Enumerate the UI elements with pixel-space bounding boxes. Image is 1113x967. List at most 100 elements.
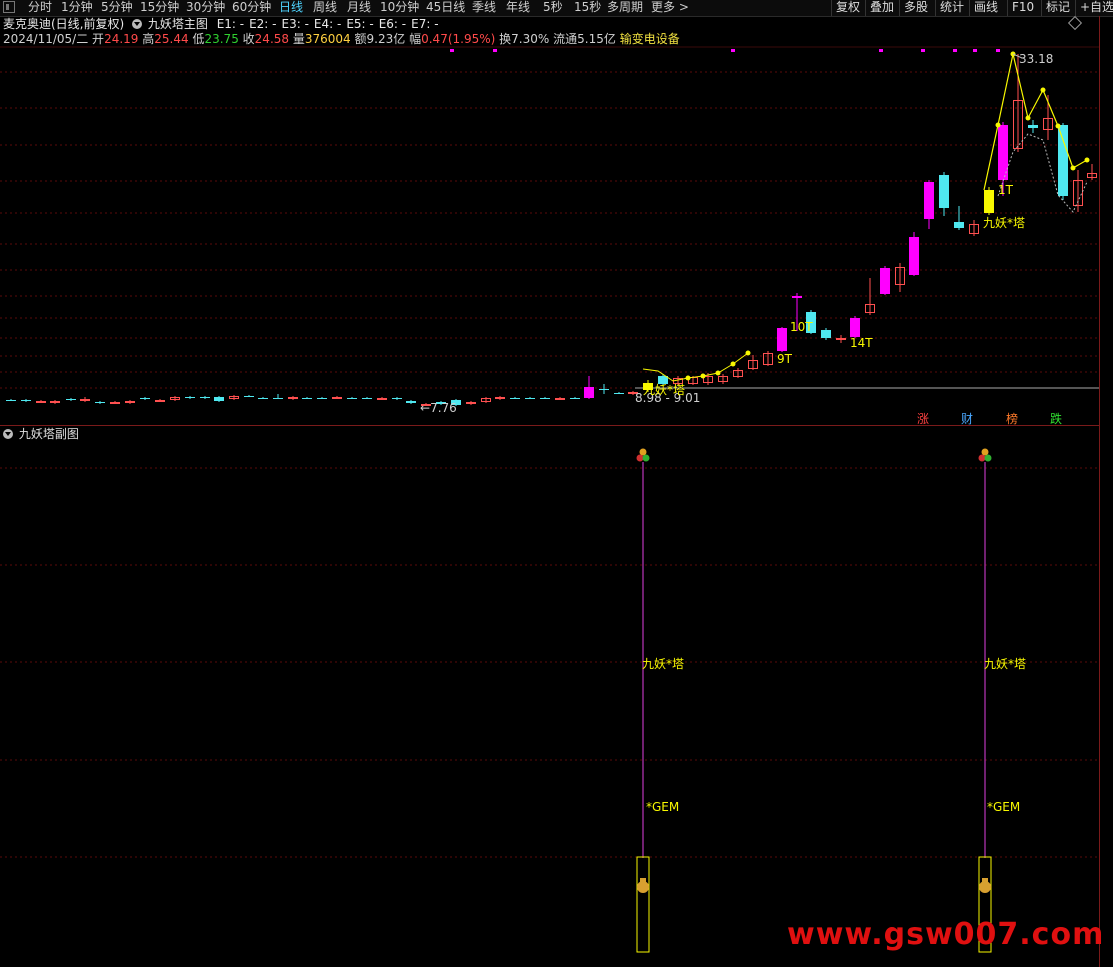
tower-dot [715,370,721,376]
candle-body [1058,125,1068,196]
high-price-marker: 33.18 [1019,52,1053,66]
candle-body [984,190,994,213]
low-price-marker: ←7.76 [420,401,457,415]
tower-dot [730,361,736,367]
gem-text-2: *GEM [987,800,1021,814]
signal-10t-text: 10T [790,320,813,334]
candle-body [140,398,150,399]
tower-dot [1040,87,1046,93]
candle-body [777,328,787,351]
candle-body [880,268,890,294]
tower-dot [685,375,691,381]
candle-body [836,338,846,340]
candle-body [244,396,254,397]
signal-square [879,49,883,52]
money-bag-icon [637,881,649,893]
tricolor-icon [636,454,644,462]
tower-label-early: 九妖*塔 [643,381,685,398]
candle-body [200,397,210,398]
candle-body [939,175,949,208]
gem-label-1: *GEM [646,800,679,814]
watermark-text: www.gsw007.com [787,917,1105,952]
candle-body [614,393,624,394]
signal-9t: 9T [777,352,792,366]
low-arrow-icon: ← [420,401,431,415]
kline-chart[interactable] [0,0,1113,967]
grid-lines [0,46,1099,858]
gem-text-1: *GEM [646,800,680,814]
candle-body [21,400,31,401]
pane-divider[interactable] [0,425,1099,426]
signal-square [493,49,497,52]
tricolor-icon [642,454,650,462]
tower-dot [1070,165,1076,171]
candle-body [258,398,268,399]
tricolor-icon [639,448,647,456]
candle-body [214,397,224,401]
signal-bar [636,856,650,953]
candle-body [954,222,964,228]
signal-14t: 14T [850,336,873,350]
candle-body [288,397,298,399]
candle-body [540,398,550,399]
candle-body [584,387,594,398]
candlesticks [6,54,1097,406]
sub-chart-drawing [636,448,992,953]
sub-signal-label-2: 九妖*塔 [984,655,1026,672]
signal-10t: 10T [790,320,813,334]
tower-dot [995,122,1001,128]
sub-signal-text-2: 九妖*塔 [984,657,1027,671]
candle-body [495,397,505,399]
candle-body [6,400,16,401]
gem-label-2: *GEM [987,800,1020,814]
tower-dot [1025,115,1031,121]
sub-chart-title[interactable]: 九妖塔副图 [19,427,79,441]
tricolor-icon [978,454,986,462]
candle-body [555,398,565,400]
signal-square [996,49,1000,52]
signal-square [921,49,925,52]
candle-body [347,398,357,399]
tower-label-late: 九妖*塔 [983,214,1025,231]
candle-body [125,401,135,403]
tower-dot [745,350,751,356]
signal-square [953,49,957,52]
money-bag-icon [979,881,991,893]
sub-chart-title-row: 九妖塔副图 [3,427,79,441]
candle-body [406,401,416,403]
candle-body [185,397,195,398]
sub-indicator-dropdown-icon[interactable] [3,429,13,439]
candle-body [377,398,387,400]
signal-square [731,49,735,52]
candle-body [392,398,402,399]
candle-body [466,402,476,404]
tower-dot [1055,123,1061,129]
candle-body [155,400,165,402]
candle-body [110,402,120,404]
candle-body [821,330,831,338]
tower-label-late-text: 九妖*塔 [983,216,1026,230]
candle-body [924,182,934,219]
money-bag-icon [982,878,988,882]
candle-body [36,401,46,403]
candle-body [599,389,609,390]
candle-body [50,401,60,403]
signal-square [973,49,977,52]
price-axis-divider [1099,16,1100,967]
candle-body [570,398,580,399]
tower-dot [1084,157,1090,163]
candle-body [302,398,312,399]
signal-14t-text: 14T [850,336,873,350]
signal-1t-text: 1T [998,183,1013,197]
candle-body [273,398,283,399]
candle-body [525,398,535,399]
signal-1t: 1T [998,183,1013,197]
sub-signal-text-1: 九妖*塔 [642,657,685,671]
candle-body [95,402,105,403]
candle-body [850,318,860,337]
sub-signal-label-1: 九妖*塔 [642,655,684,672]
candle-body [362,398,372,399]
high-price-text: 33.18 [1019,52,1054,66]
candle-body [80,399,90,401]
candle-body [510,398,520,399]
